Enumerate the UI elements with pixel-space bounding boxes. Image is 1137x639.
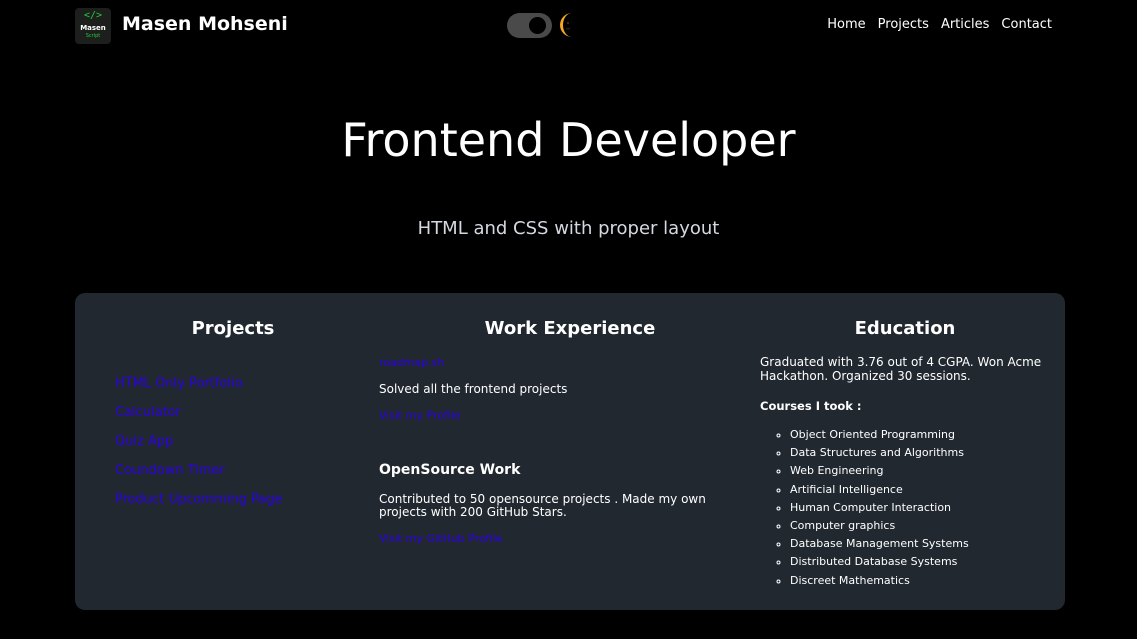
courses-heading: Courses I took : (760, 399, 862, 413)
github-profile-link[interactable]: Visit my GitHub Profile (379, 531, 502, 547)
theme-toggle[interactable] (507, 13, 552, 38)
course-item: Web Engineering (790, 462, 969, 480)
site-logo[interactable]: </> Masen Script (75, 8, 111, 44)
nav-contact[interactable]: Contact (1001, 15, 1052, 35)
hero-title: Frontend Developer (341, 113, 796, 167)
hero-subtitle: HTML and CSS with proper layout (417, 218, 720, 239)
profile-link[interactable]: Visit my Profile (379, 408, 461, 424)
education-summary-line2: Hackathon. Organized 30 sessions. (760, 369, 971, 383)
work-experience-heading: Work Experience (484, 318, 656, 339)
info-card: Projects HTML Only Portfolio Calculator … (75, 293, 1065, 610)
education-heading: Education (854, 318, 956, 339)
moon-icon (560, 13, 572, 37)
project-link[interactable]: Quiz App (115, 433, 173, 451)
logo-text-line1: Masen (80, 24, 106, 32)
main-nav: Home Projects Articles Contact (827, 15, 1052, 35)
course-item: Computer graphics (790, 517, 969, 535)
course-item: Artificial Intelligence (790, 481, 969, 499)
logo-text-line2: Script (85, 33, 101, 39)
project-link[interactable]: HTML Only Portfolio (115, 375, 243, 393)
site-header: </> Masen Script Masen Mohseni Home Proj… (0, 0, 1137, 50)
course-item: Object Oriented Programming (790, 426, 969, 444)
projects-heading: Projects (191, 318, 275, 339)
project-link[interactable]: Product Upcomming Page (115, 491, 282, 509)
nav-home[interactable]: Home (827, 15, 865, 35)
course-item: Database Management Systems (790, 535, 969, 553)
site-name[interactable]: Masen Mohseni (122, 12, 288, 36)
nav-projects[interactable]: Projects (878, 15, 929, 35)
company-description: Solved all the frontend projects (379, 382, 568, 396)
courses-list: Object Oriented Programming Data Structu… (760, 426, 969, 590)
education-summary-line1: Graduated with 3.76 out of 4 CGPA. Won A… (760, 355, 1042, 369)
course-item: Human Computer Interaction (790, 499, 969, 517)
opensource-heading: OpenSource Work (379, 462, 521, 478)
course-item: Data Structures and Algorithms (790, 444, 969, 462)
course-item: Distributed Database Systems (790, 553, 969, 571)
toggle-knob (529, 17, 546, 34)
code-icon: </> (83, 10, 103, 21)
company-link[interactable]: roadmap.sh (379, 355, 444, 371)
project-link[interactable]: Calculator (115, 404, 181, 422)
opensource-description-line2: projects with 200 GitHub Stars. (379, 505, 567, 519)
course-item: Discreet Mathematics (790, 572, 969, 590)
nav-articles[interactable]: Articles (941, 15, 989, 35)
project-link[interactable]: Coundown Timer (115, 462, 225, 480)
